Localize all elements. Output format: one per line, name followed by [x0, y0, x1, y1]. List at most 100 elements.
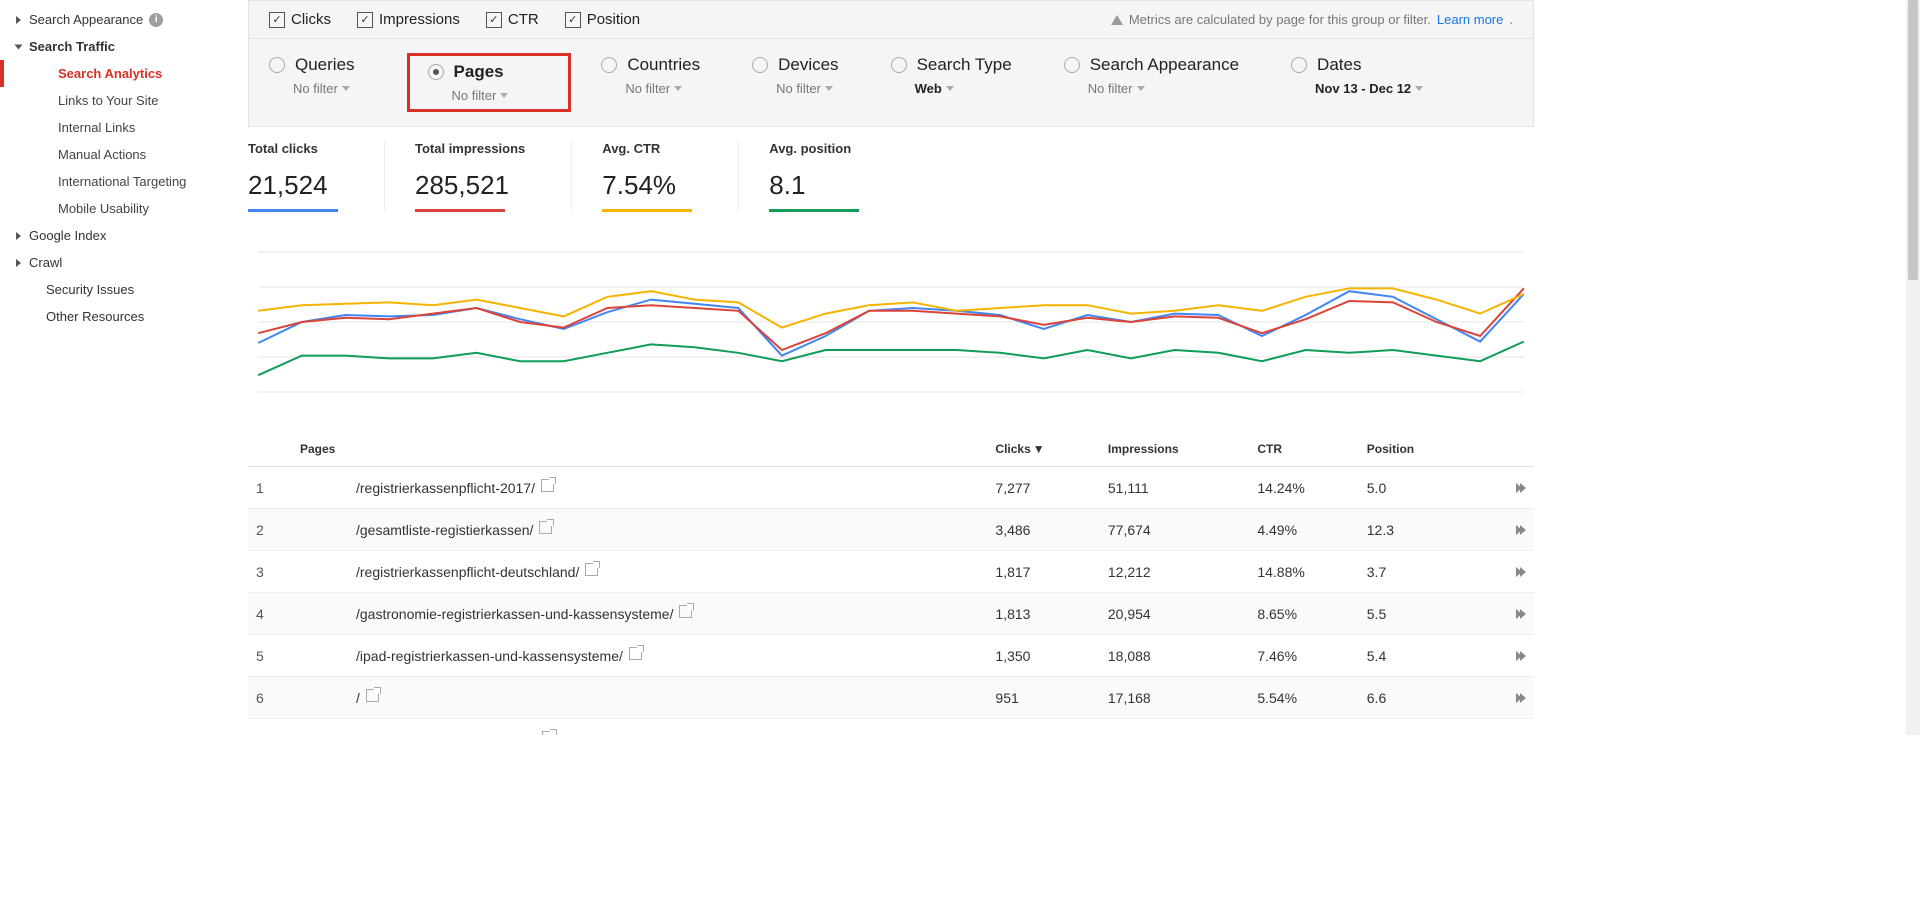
external-link-icon[interactable] [585, 563, 598, 576]
external-link-icon[interactable] [542, 731, 555, 735]
dimension-filter-value[interactable]: Web [915, 81, 1012, 96]
external-link-icon[interactable] [679, 605, 692, 618]
metric-title: Avg. position [769, 141, 859, 156]
main-content: ✓Clicks✓Impressions✓CTR✓Position Metrics… [230, 0, 1560, 735]
scroll-thumb[interactable] [1908, 0, 1918, 280]
expand-icon [16, 259, 21, 267]
sidebar-item-links-to-your-site[interactable]: Links to Your Site [0, 87, 230, 114]
table-row[interactable]: 5/ipad-registrierkassen-und-kassensystem… [248, 635, 1534, 677]
sidebar-item-label: Search Appearance [29, 12, 143, 27]
sidebar-item-label: Manual Actions [58, 147, 146, 162]
external-link-icon[interactable] [629, 647, 642, 660]
radio-icon [891, 57, 907, 73]
metric-total-clicks[interactable]: Total clicks21,524 [248, 141, 385, 212]
table-row[interactable]: 1/registrierkassenpflicht-2017/7,27751,1… [248, 467, 1534, 509]
metric-title: Total impressions [415, 141, 525, 156]
table-row[interactable]: 4/gastronomie-registrierkassen-und-kasse… [248, 593, 1534, 635]
learn-more-link[interactable]: Learn more [1437, 12, 1503, 27]
dimension-dates[interactable]: Dates Nov 13 - Dec 12 [1291, 53, 1435, 112]
row-index: 4 [248, 593, 304, 635]
radio-icon [269, 57, 285, 73]
sidebar-item-google-index[interactable]: Google Index [0, 222, 230, 249]
sidebar-item-label: Other Resources [46, 309, 144, 324]
row-position: 6.6 [1359, 677, 1468, 719]
table-row[interactable]: 7/einzelhandel-kassensystem/92710,2289.0… [248, 719, 1534, 736]
table-row[interactable]: 2/gesamtliste-registierkassen/3,48677,67… [248, 509, 1534, 551]
col-impressions[interactable]: Impressions [1100, 432, 1249, 467]
sidebar-item-search-traffic[interactable]: Search Traffic [0, 33, 230, 60]
col-position[interactable]: Position [1359, 432, 1468, 467]
row-index: 2 [248, 509, 304, 551]
sidebar-item-mobile-usability[interactable]: Mobile Usability [0, 195, 230, 222]
dimension-countries[interactable]: CountriesNo filter [601, 53, 712, 112]
sidebar-item-search-analytics[interactable]: Search Analytics [0, 60, 230, 87]
sidebar-item-other-resources[interactable]: Other Resources [0, 303, 230, 330]
dimension-filter-value[interactable]: No filter [1088, 81, 1239, 96]
dimension-label: Dates [1317, 55, 1361, 75]
row-clicks: 3,486 [987, 509, 1099, 551]
dimension-search-appearance[interactable]: Search AppearanceNo filter [1064, 53, 1251, 112]
sidebar-item-manual-actions[interactable]: Manual Actions [0, 141, 230, 168]
row-page[interactable]: /registrierkassenpflicht-deutschland/ [304, 551, 987, 593]
trend-chart [248, 242, 1534, 402]
metric-checkbox-clicks[interactable]: ✓Clicks [269, 11, 331, 28]
row-page[interactable]: /einzelhandel-kassensystem/ [304, 719, 987, 736]
vertical-scrollbar[interactable] [1906, 0, 1920, 735]
row-page[interactable]: /gastronomie-registrierkassen-und-kassen… [304, 593, 987, 635]
external-link-icon[interactable] [539, 521, 552, 534]
dimension-pages[interactable]: PagesNo filter [407, 53, 572, 112]
drilldown-icon[interactable] [1516, 567, 1526, 577]
metric-checkbox-impressions[interactable]: ✓Impressions [357, 11, 460, 28]
row-impressions: 10,228 [1100, 719, 1249, 736]
sidebar-item-security-issues[interactable]: Security Issues [0, 276, 230, 303]
checkbox-label: Impressions [379, 11, 460, 28]
drilldown-icon[interactable] [1516, 609, 1526, 619]
dimension-label: Devices [778, 55, 838, 75]
dimension-devices[interactable]: Devices No filter [752, 53, 850, 112]
metric-avg-position[interactable]: Avg. position8.1 [769, 141, 905, 212]
dimension-queries[interactable]: QueriesNo filter [269, 53, 367, 112]
col-pages[interactable]: Pages [248, 432, 987, 467]
sidebar-item-crawl[interactable]: Crawl [0, 249, 230, 276]
radio-icon [428, 64, 444, 80]
sidebar-item-search-appearance[interactable]: Search Appearance i [0, 6, 230, 33]
external-link-icon[interactable] [366, 689, 379, 702]
sidebar-item-label: Mobile Usability [58, 201, 149, 216]
metric-total-impressions[interactable]: Total impressions285,521 [415, 141, 572, 212]
metric-checkbox-position[interactable]: ✓Position [565, 11, 640, 28]
dimension-filter-value[interactable]: No filter [293, 81, 355, 96]
chevron-down-icon [1137, 86, 1145, 91]
drilldown-icon[interactable] [1516, 651, 1526, 661]
radio-icon [1291, 57, 1307, 73]
info-icon[interactable]: i [149, 13, 163, 27]
dimension-search-type[interactable]: Search TypeWeb [891, 53, 1024, 112]
col-ctr[interactable]: CTR [1249, 432, 1358, 467]
col-clicks[interactable]: Clicks▼ [987, 432, 1099, 467]
metric-avg-ctr[interactable]: Avg. CTR7.54% [602, 141, 739, 212]
row-position: 12.3 [1359, 509, 1468, 551]
dimension-filter-value[interactable]: No filter [452, 88, 509, 103]
table-row[interactable]: 6/95117,1685.54%6.6 [248, 677, 1534, 719]
dimension-filter-value[interactable]: No filter [776, 81, 838, 96]
row-index: 1 [248, 467, 304, 509]
sidebar-item-international-targeting[interactable]: International Targeting [0, 168, 230, 195]
row-page[interactable]: /gesamtliste-registierkassen/ [304, 509, 987, 551]
row-page[interactable]: /ipad-registrierkassen-und-kassensysteme… [304, 635, 987, 677]
row-page[interactable]: / [304, 677, 987, 719]
row-page[interactable]: /registrierkassenpflicht-2017/ [304, 467, 987, 509]
external-link-icon[interactable] [541, 479, 554, 492]
sidebar-item-label: Internal Links [58, 120, 135, 135]
metric-value: 21,524 [248, 170, 338, 201]
metric-checkbox-ctr[interactable]: ✓CTR [486, 11, 539, 28]
table-row[interactable]: 3/registrierkassenpflicht-deutschland/1,… [248, 551, 1534, 593]
dimension-filter-value[interactable]: No filter [625, 81, 700, 96]
row-impressions: 51,111 [1100, 467, 1249, 509]
dimension-filter-value[interactable]: Nov 13 - Dec 12 [1315, 81, 1423, 96]
row-index: 7 [248, 719, 304, 736]
drilldown-icon[interactable] [1516, 735, 1526, 736]
drilldown-icon[interactable] [1516, 693, 1526, 703]
sidebar-item-internal-links[interactable]: Internal Links [0, 114, 230, 141]
drilldown-icon[interactable] [1516, 483, 1526, 493]
row-position: 5.4 [1359, 635, 1468, 677]
drilldown-icon[interactable] [1516, 525, 1526, 535]
